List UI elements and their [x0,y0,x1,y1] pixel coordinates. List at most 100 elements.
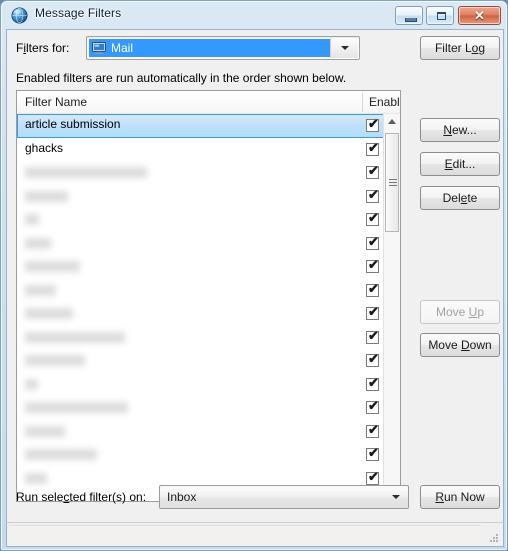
resize-grip-icon[interactable] [488,532,500,544]
run-on-label: Run selected filter(s) on: [16,490,147,504]
run-now-button[interactable]: Run Now [420,485,500,509]
filter-name-redacted [25,308,73,319]
globe-icon [11,7,28,24]
chevron-down-icon [340,46,349,50]
enabled-checkbox[interactable]: ✔ [366,116,379,132]
filter-log-button[interactable]: Filter Log [420,36,500,60]
chevron-down-icon[interactable] [390,486,402,508]
check-icon: ✔ [368,304,379,319]
table-row[interactable]: ✔ [17,420,384,444]
title-bar[interactable]: Message Filters ✕ [5,4,505,29]
table-row[interactable]: ✔ [17,396,384,420]
filter-name-redacted [25,355,85,366]
column-header-filter-name[interactable]: Filter Name [25,95,87,109]
filters-for-dropdown[interactable]: Mail [86,36,360,60]
filters-for-value-text: Mail [111,41,134,55]
table-row[interactable]: ✔ [17,349,384,373]
enabled-checkbox[interactable]: ✔ [366,188,379,203]
move-up-button: Move Up [420,300,500,324]
delete-button[interactable]: Delete [420,186,500,210]
filter-name-redacted [25,167,147,178]
enabled-checkbox[interactable]: ✔ [366,468,379,485]
minimize-icon [405,18,417,22]
status-bar [6,522,504,547]
run-on-value: Inbox [167,490,197,504]
filter-name-redacted [25,190,68,202]
enabled-checkbox[interactable]: ✔ [366,374,379,391]
enabled-checkbox[interactable]: ✔ [366,304,379,320]
table-row[interactable]: ✔ [17,326,384,350]
enabled-checkbox[interactable]: ✔ [366,421,379,438]
table-row[interactable]: ✔ [17,279,384,303]
enabled-checkbox[interactable]: ✔ [366,163,379,179]
filter-name-redacted [25,425,65,437]
check-icon: ✔ [368,327,379,343]
enabled-checkbox[interactable]: ✔ [366,257,379,273]
filter-name-redacted [25,402,128,413]
table-row[interactable]: ✔ [17,373,384,397]
move-down-button[interactable]: Move Down [420,333,500,357]
enabled-checkbox[interactable]: ✔ [366,351,379,367]
enabled-checkbox[interactable]: ✔ [366,141,379,156]
filter-name-redacted [25,472,47,484]
column-header-enabled[interactable]: Enabled [369,95,400,109]
scrollbar-thumb[interactable] [385,133,399,232]
check-icon: ✔ [368,280,379,296]
column-divider[interactable] [362,93,363,112]
table-row[interactable]: article submission ✔ [17,114,384,138]
enabled-checkbox[interactable]: ✔ [366,280,379,297]
filter-name-redacted [25,214,39,225]
enabled-checkbox[interactable]: ✔ [366,445,379,461]
enabled-checkbox[interactable]: ✔ [366,327,379,344]
run-on-dropdown[interactable]: Inbox [159,485,409,509]
list-header: Filter Name Enabled [17,91,400,115]
check-icon: ✔ [368,351,379,366]
maximize-button[interactable] [426,6,454,25]
scroll-up-icon[interactable] [384,114,400,130]
check-icon: ✔ [368,163,379,178]
table-row[interactable]: ✔ [17,302,384,326]
table-row[interactable]: ✔ [17,443,384,467]
check-icon: ✔ [368,116,379,131]
filter-name-redacted [25,331,125,343]
check-icon: ✔ [368,421,379,437]
enabled-checkbox[interactable]: ✔ [366,233,379,250]
check-icon: ✔ [368,445,379,460]
message-filters-window: Message Filters ✕ Filters for: Mail Filt… [0,0,508,551]
enabled-checkbox[interactable]: ✔ [366,398,379,414]
maximize-icon [437,12,446,20]
table-row[interactable]: ✔ [17,255,384,279]
close-button[interactable]: ✕ [458,6,501,25]
check-icon: ✔ [368,468,379,484]
table-row[interactable]: ghacks ✔ [17,138,384,162]
scrollbar-grip-icon [389,178,397,187]
filter-name-redacted [25,237,51,249]
filter-name-redacted [25,261,80,272]
minimize-button[interactable] [395,6,423,25]
table-row[interactable]: ✔ [17,185,384,209]
filter-name-redacted [25,378,38,390]
filters-for-dropdown-button[interactable] [330,38,358,58]
filters-for-label: Filters for: [16,41,70,55]
filter-name-redacted [25,284,56,296]
enabled-checkbox[interactable]: ✔ [366,210,379,226]
check-icon: ✔ [368,233,379,249]
filter-name: article submission [25,117,121,131]
new-button[interactable]: New... [420,118,500,142]
edit-button[interactable]: Edit... [420,152,500,176]
check-icon: ✔ [368,210,379,225]
table-row[interactable]: ✔ [17,232,384,256]
check-icon: ✔ [368,374,379,390]
table-row[interactable]: ✔ [17,208,384,232]
close-icon: ✕ [474,8,485,23]
filter-name-redacted [25,449,97,460]
check-icon: ✔ [368,398,379,413]
filter-list[interactable]: Filter Name Enabled article submission✔g… [16,90,401,502]
vertical-scrollbar[interactable] [383,114,400,501]
window-title: Message Filters [35,6,122,20]
status-text [9,525,481,544]
table-row[interactable]: ✔ [17,161,384,185]
dialog-client-area: Filters for: Mail Filter Log Enabled fil… [6,29,504,547]
check-icon: ✔ [368,257,379,272]
filters-for-selected-item: Mail [89,39,331,57]
